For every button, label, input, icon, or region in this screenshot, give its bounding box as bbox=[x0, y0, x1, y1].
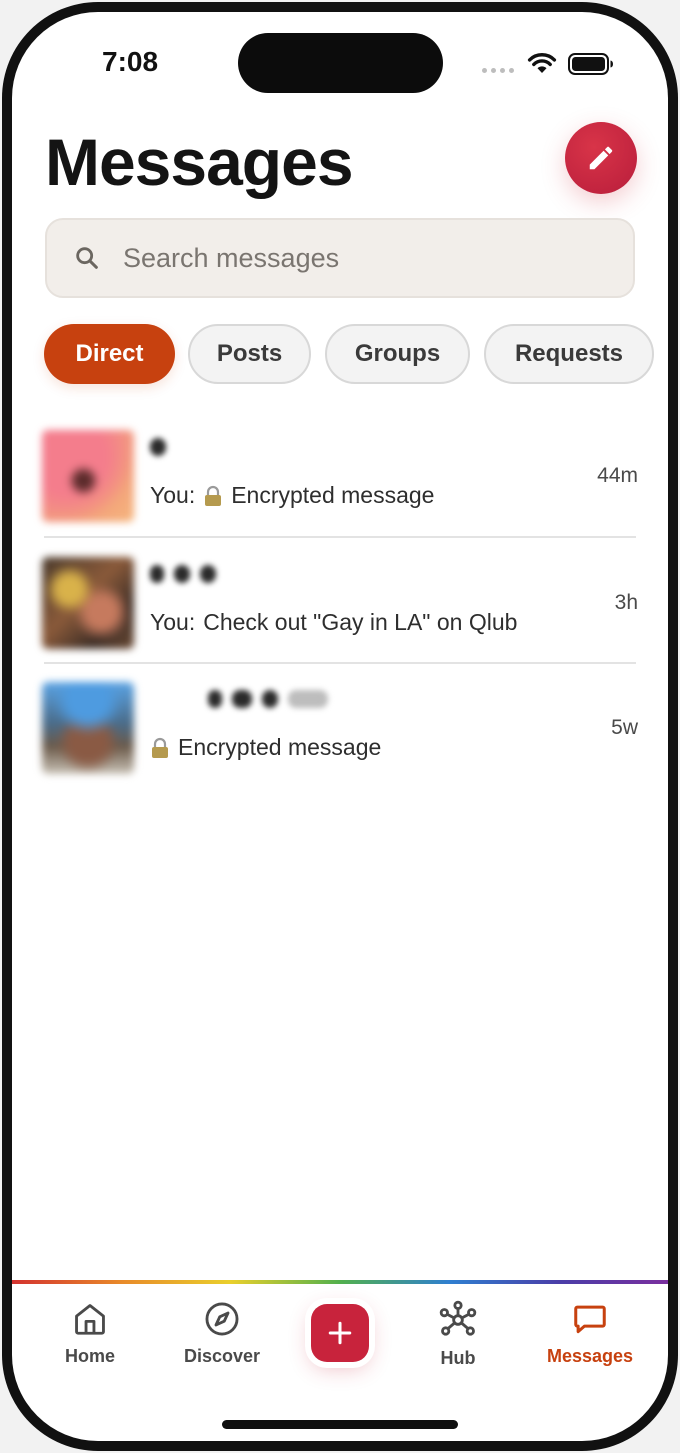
message-time: 3h bbox=[614, 591, 638, 614]
lock-icon bbox=[203, 485, 223, 507]
screen: 7:08 Messages Search messages Direct Pos… bbox=[12, 12, 668, 1441]
pencil-icon bbox=[589, 146, 613, 170]
contact-name-redacted bbox=[150, 438, 166, 458]
message-time: 44m bbox=[597, 464, 638, 487]
compose-button[interactable] bbox=[565, 122, 637, 194]
network-icon bbox=[439, 1300, 477, 1336]
preview-prefix: You: bbox=[150, 482, 196, 508]
dynamic-island bbox=[238, 33, 443, 93]
message-preview: Encrypted message bbox=[150, 734, 381, 761]
message-preview: You: Encrypted message bbox=[150, 482, 434, 509]
search-icon bbox=[73, 244, 101, 272]
compass-icon bbox=[205, 1302, 239, 1336]
avatar bbox=[42, 430, 134, 522]
home-indicator bbox=[222, 1420, 458, 1429]
plus-icon bbox=[328, 1321, 352, 1345]
phone-device: 7:08 Messages Search messages Direct Pos… bbox=[0, 0, 680, 1453]
nav-messages[interactable]: Messages bbox=[530, 1300, 650, 1380]
conversation-row[interactable]: Encrypted message 5w bbox=[42, 682, 638, 800]
message-time: 5w bbox=[611, 716, 638, 739]
tab-groups[interactable]: Groups bbox=[325, 324, 470, 384]
tab-posts[interactable]: Posts bbox=[188, 324, 311, 384]
contact-name-redacted bbox=[208, 690, 328, 710]
battery-icon bbox=[568, 53, 613, 75]
avatar bbox=[42, 682, 134, 774]
cellular-signal-icon bbox=[482, 68, 514, 73]
page-title: Messages bbox=[45, 125, 354, 199]
nav-hub-label: Hub bbox=[440, 1348, 476, 1368]
avatar bbox=[42, 557, 134, 649]
nav-discover-label: Discover bbox=[183, 1346, 261, 1366]
house-icon bbox=[75, 1304, 105, 1335]
nav-discover[interactable]: Discover bbox=[162, 1300, 282, 1380]
preview-text: Check out "Gay in LA" on Qlub bbox=[203, 609, 518, 635]
conversation-row[interactable]: You: Encrypted message 44m bbox=[42, 430, 638, 548]
status-time: 7:08 bbox=[102, 46, 159, 77]
create-button[interactable] bbox=[311, 1304, 369, 1362]
rainbow-divider bbox=[12, 1280, 668, 1284]
nav-home-label: Home bbox=[64, 1346, 115, 1366]
nav-home[interactable]: Home bbox=[30, 1300, 150, 1380]
search-input[interactable] bbox=[121, 241, 605, 275]
search-bar[interactable] bbox=[45, 218, 635, 298]
message-preview: You: Check out "Gay in LA" on Qlub bbox=[150, 609, 517, 636]
lock-icon bbox=[150, 737, 170, 759]
conversation-row[interactable]: You: Check out "Gay in LA" on Qlub 3h bbox=[42, 557, 638, 675]
divider bbox=[44, 662, 636, 664]
nav-hub[interactable]: Hub bbox=[398, 1300, 518, 1380]
divider bbox=[44, 536, 636, 538]
tab-requests[interactable]: Requests bbox=[484, 324, 654, 384]
preview-text: Encrypted message bbox=[231, 482, 435, 508]
nav-messages-label: Messages bbox=[546, 1346, 634, 1366]
tab-direct[interactable]: Direct bbox=[44, 324, 175, 384]
preview-prefix: You: bbox=[150, 609, 196, 635]
contact-name-redacted bbox=[150, 565, 216, 585]
chat-bubble-icon bbox=[574, 1305, 606, 1334]
wifi-icon bbox=[527, 53, 557, 73]
preview-text: Encrypted message bbox=[178, 734, 382, 760]
